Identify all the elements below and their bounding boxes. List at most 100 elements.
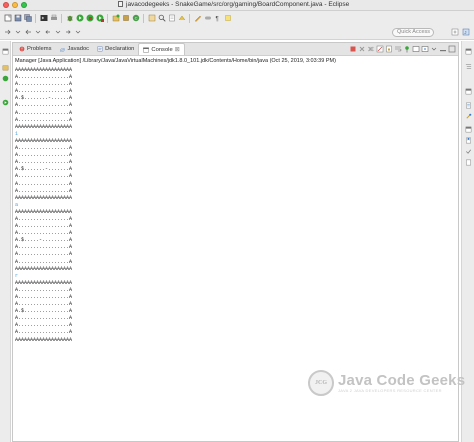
annotation-prev-icon[interactable]: [23, 28, 32, 37]
annotation-next-icon[interactable]: [3, 28, 12, 37]
coverage-icon[interactable]: [85, 14, 94, 23]
new-class-icon[interactable]: C: [131, 14, 140, 23]
console-line: A.................A: [15, 322, 73, 329]
console-line: r: [15, 272, 19, 279]
watermark-subtitle: JAVA 2 JAVA DEVELOPERS RESOURCE CENTER: [338, 388, 442, 393]
quick-access-input[interactable]: Quick Access: [392, 28, 434, 37]
console-launch-description: Manager [Java Application] /Library/Java…: [15, 58, 336, 64]
console-line: A.................A: [15, 258, 73, 265]
print-icon[interactable]: [49, 14, 58, 23]
chevron-down-icon[interactable]: [13, 28, 22, 37]
tab-label: Problems: [27, 46, 52, 52]
hierarchy-icon[interactable]: [464, 112, 472, 120]
display-console-icon[interactable]: [412, 45, 420, 53]
restore-icon[interactable]: [464, 47, 472, 55]
debug-icon[interactable]: [65, 14, 74, 23]
save-icon[interactable]: [13, 14, 22, 23]
tab-declaration[interactable]: Declaration: [93, 43, 138, 55]
console-line: A.................A: [15, 251, 73, 258]
back-icon[interactable]: [43, 28, 52, 37]
java-perspective-icon[interactable]: J: [461, 27, 470, 36]
restore-icon[interactable]: [464, 125, 472, 133]
package-explorer-icon[interactable]: [1, 63, 9, 71]
pin-console-icon[interactable]: [403, 45, 411, 53]
close-tab-icon[interactable]: ⊠: [175, 46, 180, 53]
tab-problems[interactable]: Problems: [15, 43, 55, 55]
new-java-project-icon[interactable]: [111, 14, 120, 23]
search-icon[interactable]: [157, 14, 166, 23]
console-line: AAAAAAAAAAAAAAAAAAA: [15, 123, 73, 130]
bookmarks-icon[interactable]: [464, 136, 472, 144]
run-icon[interactable]: [1, 98, 9, 106]
console-line: AAAAAAAAAAAAAAAAAAA: [15, 336, 73, 343]
remove-all-icon[interactable]: [367, 45, 375, 53]
window-title: javacodegeeks - SnakeGame/src/org/gaming…: [118, 1, 349, 8]
external-tools-icon[interactable]: [95, 14, 104, 23]
console-line: AAAAAAAAAAAAAAAAAAA: [15, 208, 73, 215]
open-console-icon[interactable]: [421, 45, 429, 53]
main-toolbar: C ¶: [0, 11, 474, 25]
restore-icon[interactable]: [464, 87, 472, 95]
jcg-logo-icon: JCG: [308, 370, 334, 396]
new-icon[interactable]: [3, 14, 12, 23]
console-line: A.................A: [15, 230, 73, 237]
whitespace-icon[interactable]: ¶: [213, 14, 222, 23]
remove-launch-icon[interactable]: [358, 45, 366, 53]
chevron-down-icon[interactable]: [33, 28, 42, 37]
restore-icon[interactable]: [1, 47, 9, 55]
console-line: AAAAAAAAAAAAAAAAAAA: [15, 265, 73, 272]
console-line: A.................A: [15, 74, 73, 81]
console-icon: [143, 47, 150, 52]
terminate-icon[interactable]: [349, 45, 357, 53]
chevron-down-icon[interactable]: [53, 28, 62, 37]
close-window-button[interactable]: [3, 2, 9, 8]
maximize-view-icon[interactable]: [448, 45, 456, 53]
terminal-icon[interactable]: [39, 14, 48, 23]
console-line: A.................A: [15, 145, 73, 152]
console-line: A.$.......-.......A: [15, 166, 73, 173]
open-type-icon[interactable]: [147, 14, 156, 23]
tab-console[interactable]: Console ⊠: [138, 43, 185, 55]
tab-javadoc[interactable]: @ Javadoc: [55, 43, 93, 55]
console-toolbar: [349, 45, 456, 53]
outline-icon[interactable]: [464, 62, 472, 70]
console-line: A.................A: [15, 180, 73, 187]
watermark-title: Java Code Geeks: [338, 372, 466, 389]
toolbar-separator: [61, 13, 62, 23]
chevron-down-icon[interactable]: [430, 45, 438, 53]
svg-text:@: @: [61, 47, 66, 52]
scroll-lock-icon[interactable]: [385, 45, 393, 53]
toggle-icon[interactable]: [203, 14, 212, 23]
console-line: A.................A: [15, 109, 73, 116]
console-line: A.................A: [15, 159, 73, 166]
console-line: A.................A: [15, 223, 73, 230]
svg-text:C: C: [134, 16, 137, 21]
junit-icon[interactable]: [1, 74, 9, 82]
save-all-icon[interactable]: [23, 14, 32, 23]
word-wrap-icon[interactable]: [394, 45, 402, 53]
new-package-icon[interactable]: [121, 14, 130, 23]
console-line: A.................A: [15, 187, 73, 194]
console-output[interactable]: AAAAAAAAAAAAAAAAAAA A.................A A.…: [15, 67, 455, 344]
forward-icon[interactable]: [63, 28, 72, 37]
open-perspective-icon[interactable]: [450, 27, 459, 36]
run-icon[interactable]: [75, 14, 84, 23]
tasks-icon[interactable]: [464, 147, 472, 155]
zoom-window-button[interactable]: [21, 2, 27, 8]
tab-label: Console: [151, 46, 173, 53]
task-list-icon[interactable]: [464, 101, 472, 109]
minimize-window-button[interactable]: [12, 2, 18, 8]
console-line: A.................A: [15, 102, 73, 109]
console-line: A.$.....-.........A: [15, 237, 73, 244]
mark-occurrences-icon[interactable]: [177, 14, 186, 23]
minimize-view-icon[interactable]: [439, 45, 447, 53]
clear-console-icon[interactable]: [376, 45, 384, 53]
tab-label: Declaration: [105, 46, 135, 52]
properties-icon[interactable]: [464, 158, 472, 166]
pencil-icon[interactable]: [193, 14, 202, 23]
open-task-icon[interactable]: [167, 14, 176, 23]
console-line: A.................A: [15, 294, 73, 300]
chevron-down-icon[interactable]: [73, 28, 82, 37]
highlight-icon[interactable]: [223, 14, 232, 23]
problems-icon: [19, 46, 25, 52]
